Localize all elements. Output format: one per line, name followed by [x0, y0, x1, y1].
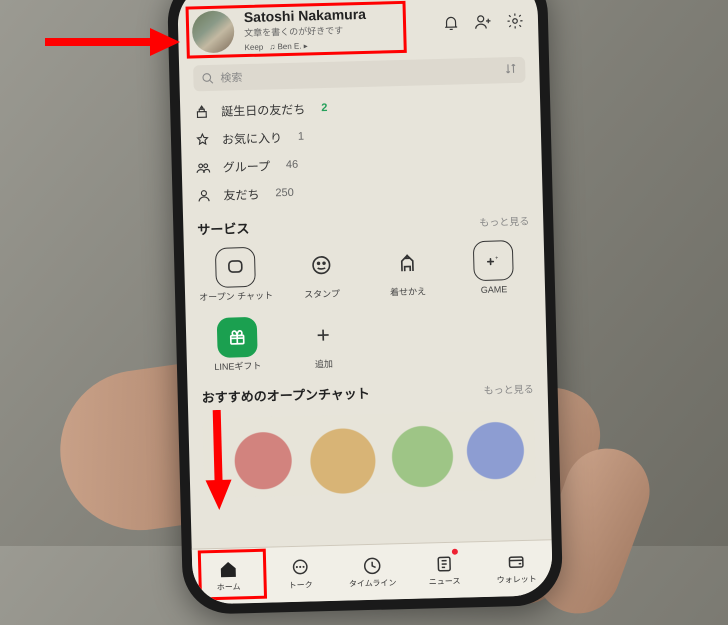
tab-label: トーク: [289, 579, 313, 591]
tab-bar: ホーム トーク タイムライン ニュース ウォレット: [192, 539, 553, 604]
tab-home[interactable]: ホーム: [192, 548, 265, 605]
add-friend-icon[interactable]: [474, 13, 493, 36]
tab-news[interactable]: ニュース: [408, 542, 481, 599]
service-gift[interactable]: LINEギフト: [194, 313, 282, 378]
avatar[interactable]: [192, 10, 235, 53]
bell-icon[interactable]: [442, 13, 461, 36]
service-add[interactable]: 追加: [280, 310, 368, 375]
service-game[interactable]: + GAME: [450, 236, 538, 301]
search-icon: [201, 71, 214, 84]
row-label: 誕生日の友だち: [221, 100, 305, 119]
row-count: 1: [298, 131, 304, 143]
badge-dot: [452, 549, 458, 555]
talk-icon: [290, 558, 311, 579]
row-count: 2: [321, 102, 327, 114]
signal-icon: ▮▮▮▯: [197, 0, 219, 1]
service-theme[interactable]: 着せかえ: [364, 238, 452, 303]
more-link[interactable]: もっと見る: [483, 380, 533, 396]
service-openchat[interactable]: オープン チャット: [192, 242, 280, 307]
search-placeholder: 検索: [220, 69, 242, 86]
row-label: グループ: [223, 157, 271, 175]
news-icon: [434, 554, 455, 575]
tab-timeline[interactable]: タイムライン: [336, 544, 409, 601]
profile-card[interactable]: Satoshi Nakamura 文章を書くのが好きです Keep ♫ Ben …: [178, 0, 539, 58]
search-input[interactable]: 検索: [193, 57, 526, 92]
service-label: オープン チャット: [199, 290, 273, 302]
screen: ▮▮▮▯ docomo 10:45 ⚡ 96% Satoshi Nakamura: [177, 0, 553, 605]
chip-bgm[interactable]: ♫ Ben E. ▸: [269, 41, 308, 51]
star-icon: [195, 132, 210, 147]
friend-icon: [196, 187, 211, 202]
openchat-icon: [215, 247, 256, 288]
phone-frame: ▮▮▮▯ docomo 10:45 ⚡ 96% Satoshi Nakamura: [167, 0, 564, 615]
tab-label: ウォレット: [496, 574, 536, 586]
service-label: GAME: [481, 284, 508, 295]
game-icon: +: [473, 240, 514, 281]
home-icon: [218, 559, 239, 580]
service-label: 追加: [315, 359, 333, 370]
row-label: 友だち: [223, 185, 259, 203]
tab-label: タイムライン: [349, 577, 397, 589]
section-title: サービス: [197, 218, 249, 238]
stamp-icon: [301, 245, 342, 286]
services-grid: オープン チャット スタンプ 着せかえ + GAME LINEギフト 追加: [184, 235, 547, 377]
wallet-icon: [506, 552, 527, 573]
tab-talk[interactable]: トーク: [264, 546, 337, 603]
row-label: お気に入り: [222, 129, 282, 148]
gift-icon: [217, 317, 258, 358]
service-label: LINEギフト: [214, 361, 261, 373]
tab-label: ホーム: [217, 581, 241, 593]
row-count: 46: [286, 159, 299, 171]
openchat-banner[interactable]: [202, 409, 536, 498]
service-label: スタンプ: [304, 289, 340, 300]
chip-keep[interactable]: Keep: [244, 43, 263, 52]
more-link[interactable]: もっと見る: [479, 213, 529, 229]
birthday-icon: [194, 104, 209, 119]
gear-icon[interactable]: [506, 12, 525, 35]
sort-icon[interactable]: [504, 62, 517, 78]
row-count: 250: [275, 187, 294, 199]
theme-icon: [387, 242, 428, 283]
friends-section: 誕生日の友だち 2 お気に入り 1 グループ 46 友だち 250: [180, 88, 543, 209]
svg-text:+: +: [495, 256, 498, 262]
service-label: 着せかえ: [390, 286, 426, 297]
tab-wallet[interactable]: ウォレット: [480, 540, 553, 597]
section-title: おすすめのオープンチャット: [201, 383, 370, 406]
add-icon: [303, 315, 344, 356]
group-icon: [196, 159, 211, 174]
service-stamp[interactable]: スタンプ: [278, 240, 366, 305]
tab-label: ニュース: [429, 576, 461, 588]
timeline-icon: [362, 556, 383, 577]
